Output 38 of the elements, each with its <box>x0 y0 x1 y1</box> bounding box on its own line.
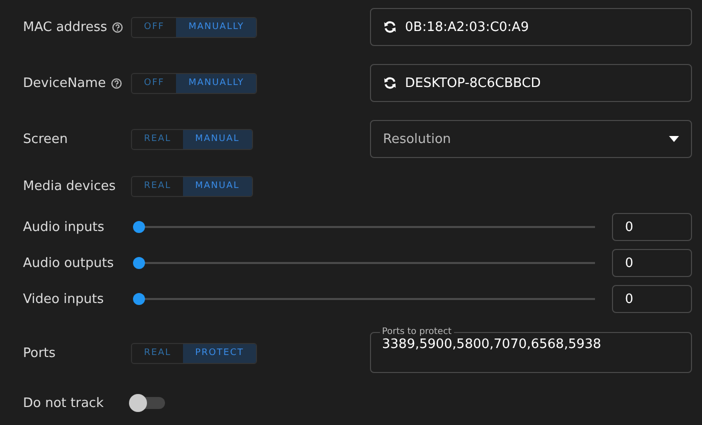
segment-tab[interactable]: REAL <box>132 176 184 196</box>
slider[interactable] <box>133 257 595 269</box>
field-value: 0B:18:A2:03:C0:A9 <box>405 20 529 34</box>
field-label: Ports to protect <box>381 327 453 337</box>
slider[interactable] <box>133 293 595 305</box>
help-icon[interactable] <box>112 22 124 32</box>
segment-tab[interactable]: PROTECT <box>183 344 256 362</box>
refresh-icon[interactable] <box>383 20 397 34</box>
segment-tab[interactable]: MANUALLY <box>176 18 256 36</box>
segment-tab[interactable]: MANUAL <box>183 130 252 148</box>
field-value: DESKTOP-8C6CBBCD <box>405 76 541 90</box>
number-field[interactable]: 0 <box>612 213 692 241</box>
setting-label: Media devices <box>23 178 116 194</box>
number-field[interactable]: 0 <box>612 285 692 313</box>
toggle-switch[interactable] <box>131 397 165 409</box>
caret-icon <box>669 136 679 142</box>
setting-label: Do not track <box>23 396 104 410</box>
setting-label: Audio outputs <box>23 256 114 270</box>
setting-label: Video inputs <box>23 292 104 306</box>
setting-label: DeviceName <box>23 76 106 90</box>
number-field[interactable]: 0 <box>612 249 692 277</box>
setting-label: MAC address <box>23 20 108 34</box>
segment-tab[interactable]: OFF <box>132 18 176 36</box>
segment-tab[interactable]: REAL <box>132 130 184 148</box>
setting-label: Screen <box>23 132 68 146</box>
ports-field[interactable]: Ports to protect 3389,5900,5800,7070,6568,5938 <box>370 327 692 373</box>
segment-tab[interactable]: REAL <box>132 344 184 362</box>
text-field[interactable]: DESKTOP-8C6CBBCD <box>370 64 692 102</box>
help-icon[interactable] <box>110 78 122 88</box>
setting-label: Audio inputs <box>23 220 104 234</box>
segment-tab[interactable]: MANUAL <box>183 176 252 196</box>
segment-tab[interactable]: OFF <box>132 74 176 92</box>
resolution-dropdown[interactable]: Resolution <box>370 120 692 158</box>
slider[interactable] <box>133 221 595 233</box>
refresh-icon[interactable] <box>383 76 397 90</box>
setting-label: Ports <box>23 346 56 360</box>
segment-tab[interactable]: MANUALLY <box>176 74 256 92</box>
text-field[interactable]: 0B:18:A2:03:C0:A9 <box>370 8 692 46</box>
